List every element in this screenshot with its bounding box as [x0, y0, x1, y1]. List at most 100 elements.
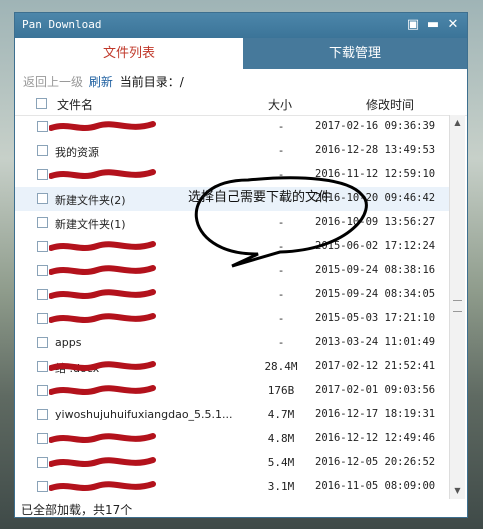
row-checkbox[interactable] — [37, 337, 48, 348]
close-icon[interactable]: ✕ — [445, 17, 461, 33]
redaction-scribble — [49, 265, 156, 275]
table-row[interactable]: 我的资源 - 2016-12-28 13:49:53 — [15, 139, 451, 163]
list-header: 文件名 大小 修改时间 — [15, 93, 467, 116]
column-size[interactable]: 大小 — [268, 96, 292, 113]
table-row[interactable]: 新建文件夹(1) - 2016-10-09 13:56:27 — [15, 211, 451, 235]
modified-time: 2016-12-05 20:26:52 — [315, 456, 436, 468]
file-size: 3.1M — [267, 480, 295, 493]
modified-time: 2017-02-12 21:52:41 — [315, 360, 436, 372]
file-name[interactable]: 我的资源 — [55, 144, 255, 160]
redaction-scribble — [49, 121, 156, 131]
modified-time: 2015-09-24 08:38:16 — [315, 264, 436, 276]
row-checkbox[interactable] — [37, 313, 48, 324]
row-checkbox[interactable] — [37, 481, 48, 492]
modified-time: 2016-10-09 13:56:27 — [315, 216, 436, 228]
row-checkbox[interactable] — [37, 385, 48, 396]
file-size: 176B — [267, 384, 295, 397]
redaction-scribble — [49, 241, 156, 251]
table-row[interactable]: 176B 2017-02-01 09:03:56 — [15, 379, 451, 403]
modified-time: 2016-11-12 12:59:10 — [315, 168, 436, 180]
row-checkbox[interactable] — [37, 169, 48, 180]
redaction-scribble — [49, 457, 156, 467]
file-size: - — [277, 312, 285, 325]
file-size: - — [277, 216, 285, 229]
row-checkbox[interactable] — [37, 361, 48, 372]
file-size: 5.4M — [267, 456, 295, 469]
scroll-thumb[interactable] — [453, 300, 462, 312]
tab-download-manager[interactable]: 下载管理 — [243, 38, 467, 69]
minimize-icon[interactable]: ▬ — [425, 17, 441, 33]
row-checkbox[interactable] — [37, 241, 48, 252]
redaction-scribble — [49, 385, 156, 395]
file-size: - — [277, 288, 285, 301]
table-row[interactable]: - 2015-06-02 17:12:24 — [15, 235, 451, 259]
scroll-up-icon[interactable]: ▲ — [451, 117, 464, 129]
file-size: - — [277, 240, 285, 253]
file-list: - 2017-02-16 09:36:39 我的资源 - 2016-12-28 13:4… — [15, 115, 451, 501]
table-row[interactable]: 5.4M 2016-12-05 20:26:52 — [15, 451, 451, 475]
table-row[interactable]: - 2015-05-03 17:21:10 — [15, 307, 451, 331]
row-checkbox[interactable] — [37, 193, 48, 204]
row-checkbox[interactable] — [37, 217, 48, 228]
redaction-scribble — [49, 481, 156, 491]
vertical-scrollbar[interactable]: ▲ ▼ — [449, 115, 465, 499]
column-time[interactable]: 修改时间 — [366, 96, 414, 113]
row-checkbox[interactable] — [37, 409, 48, 420]
file-size: 4.8M — [267, 432, 295, 445]
modified-time: 2016-12-28 13:49:53 — [315, 144, 436, 156]
current-directory: 当前目录：/ — [119, 75, 184, 89]
path-bar: 返回上一级 刷新 当前目录：/ — [23, 73, 184, 90]
table-row[interactable]: 结 .docx 28.4M 2017-02-12 21:52:41 — [15, 355, 451, 379]
modified-time: 2013-03-24 11:01:49 — [315, 336, 436, 348]
row-checkbox[interactable] — [37, 265, 48, 276]
pan-download-window: Pan Download ▣ ▬ ✕ 文件列表 下载管理 返回上一级 刷新 当前… — [14, 12, 468, 518]
redaction-scribble — [49, 361, 156, 371]
row-checkbox[interactable] — [37, 289, 48, 300]
annotation-text: 选择自己需要下载的文件 — [188, 190, 332, 205]
row-checkbox[interactable] — [37, 433, 48, 444]
modified-time: 2016-12-17 18:19:31 — [315, 408, 436, 420]
table-row[interactable]: - 2015-09-24 08:34:05 — [15, 283, 451, 307]
menu-dropdown-icon[interactable]: ▣ — [405, 17, 421, 33]
modified-time: 2016-12-12 12:49:46 — [315, 432, 436, 444]
table-row[interactable]: yiwoshujuhuifuxiangdao_5.5.1... 4.7M 2016-… — [15, 403, 451, 427]
modified-time: 2015-09-24 08:34:05 — [315, 288, 436, 300]
row-checkbox[interactable] — [37, 121, 48, 132]
row-checkbox[interactable] — [37, 145, 48, 156]
column-name[interactable]: 文件名 — [57, 96, 93, 113]
redaction-scribble — [49, 313, 156, 323]
scroll-down-icon[interactable]: ▼ — [451, 485, 464, 497]
refresh-link[interactable]: 刷新 — [89, 75, 113, 89]
title-bar[interactable]: Pan Download ▣ ▬ ✕ — [15, 13, 467, 38]
modified-time: 2015-05-03 17:21:10 — [315, 312, 436, 324]
file-size: - — [277, 120, 285, 133]
file-name[interactable]: yiwoshujuhuifuxiangdao_5.5.1... — [55, 408, 255, 421]
table-row[interactable]: 3.1M 2016-11-05 08:09:00 — [15, 475, 451, 499]
file-name[interactable]: 新建文件夹(1) — [55, 216, 255, 232]
modified-time: 2016-10-20 09:46:42 — [315, 192, 436, 204]
tab-file-list[interactable]: 文件列表 — [15, 38, 243, 69]
redaction-scribble — [49, 433, 156, 443]
redaction-scribble — [49, 169, 156, 179]
back-link[interactable]: 返回上一级 — [23, 75, 83, 89]
file-size: 4.7M — [267, 408, 295, 421]
table-row[interactable]: apps - 2013-03-24 11:01:49 — [15, 331, 451, 355]
file-size: - — [277, 264, 285, 277]
file-size: - — [277, 168, 285, 181]
file-size: 28.4M — [264, 360, 298, 373]
modified-time: 2017-02-16 09:36:39 — [315, 120, 436, 132]
modified-time: 2017-02-01 09:03:56 — [315, 384, 436, 396]
row-checkbox[interactable] — [37, 457, 48, 468]
tab-strip: 文件列表 下载管理 — [15, 38, 467, 69]
file-name[interactable]: apps — [55, 336, 255, 349]
file-size: - — [277, 336, 285, 349]
modified-time: 2016-11-05 08:09:00 — [315, 480, 436, 492]
table-row[interactable]: - 2016-11-12 12:59:10 — [15, 163, 451, 187]
redaction-scribble — [49, 289, 156, 299]
table-row[interactable]: 4.8M 2016-12-12 12:49:46 — [15, 427, 451, 451]
table-row[interactable]: - 2015-09-24 08:38:16 — [15, 259, 451, 283]
window-title: Pan Download — [22, 18, 102, 31]
select-all-checkbox[interactable] — [36, 98, 47, 109]
table-row[interactable]: - 2017-02-16 09:36:39 — [15, 115, 451, 139]
file-size: - — [277, 144, 285, 157]
